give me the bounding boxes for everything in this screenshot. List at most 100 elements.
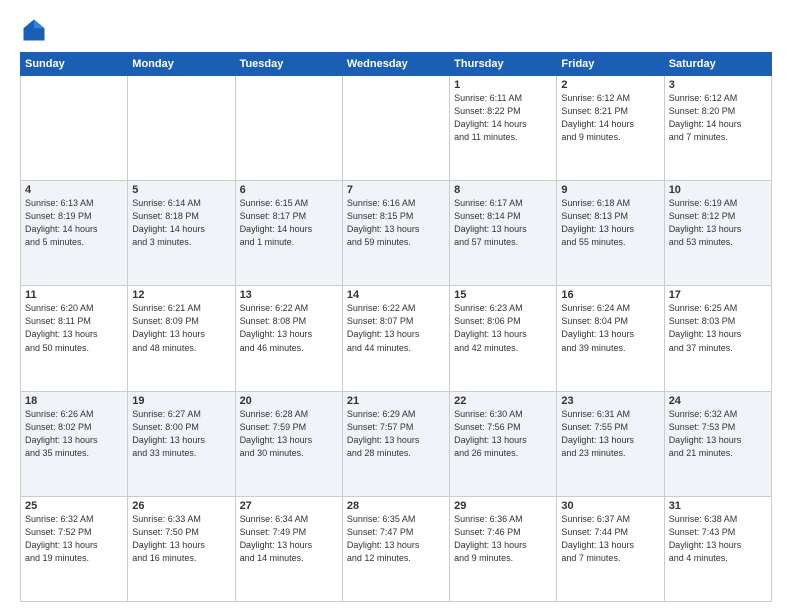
calendar-cell: 2Sunrise: 6:12 AMSunset: 8:21 PMDaylight… xyxy=(557,76,664,181)
day-info: Sunrise: 6:14 AMSunset: 8:18 PMDaylight:… xyxy=(132,197,230,249)
day-info: Sunrise: 6:32 AMSunset: 7:52 PMDaylight:… xyxy=(25,513,123,565)
day-number: 30 xyxy=(561,500,659,512)
weekday-header-saturday: Saturday xyxy=(664,53,771,76)
weekday-header-friday: Friday xyxy=(557,53,664,76)
calendar-cell: 13Sunrise: 6:22 AMSunset: 8:08 PMDayligh… xyxy=(235,286,342,391)
day-number: 27 xyxy=(240,500,338,512)
calendar-cell: 21Sunrise: 6:29 AMSunset: 7:57 PMDayligh… xyxy=(342,391,449,496)
day-info: Sunrise: 6:25 AMSunset: 8:03 PMDaylight:… xyxy=(669,302,767,354)
day-number: 18 xyxy=(25,395,123,407)
day-info: Sunrise: 6:30 AMSunset: 7:56 PMDaylight:… xyxy=(454,408,552,460)
day-info: Sunrise: 6:13 AMSunset: 8:19 PMDaylight:… xyxy=(25,197,123,249)
day-number: 26 xyxy=(132,500,230,512)
day-number: 17 xyxy=(669,289,767,301)
day-number: 2 xyxy=(561,79,659,91)
calendar-header-row: SundayMondayTuesdayWednesdayThursdayFrid… xyxy=(21,53,772,76)
calendar-week-4: 18Sunrise: 6:26 AMSunset: 8:02 PMDayligh… xyxy=(21,391,772,496)
day-info: Sunrise: 6:28 AMSunset: 7:59 PMDaylight:… xyxy=(240,408,338,460)
calendar-cell: 7Sunrise: 6:16 AMSunset: 8:15 PMDaylight… xyxy=(342,181,449,286)
day-number: 1 xyxy=(454,79,552,91)
calendar-cell: 25Sunrise: 6:32 AMSunset: 7:52 PMDayligh… xyxy=(21,496,128,601)
calendar-cell xyxy=(235,76,342,181)
calendar-cell xyxy=(128,76,235,181)
calendar-cell xyxy=(342,76,449,181)
calendar-week-1: 1Sunrise: 6:11 AMSunset: 8:22 PMDaylight… xyxy=(21,76,772,181)
calendar-cell: 17Sunrise: 6:25 AMSunset: 8:03 PMDayligh… xyxy=(664,286,771,391)
header xyxy=(20,16,772,44)
page: SundayMondayTuesdayWednesdayThursdayFrid… xyxy=(0,0,792,612)
day-number: 23 xyxy=(561,395,659,407)
day-number: 22 xyxy=(454,395,552,407)
calendar-cell: 15Sunrise: 6:23 AMSunset: 8:06 PMDayligh… xyxy=(450,286,557,391)
day-number: 25 xyxy=(25,500,123,512)
logo xyxy=(20,16,52,44)
day-info: Sunrise: 6:34 AMSunset: 7:49 PMDaylight:… xyxy=(240,513,338,565)
calendar-cell: 10Sunrise: 6:19 AMSunset: 8:12 PMDayligh… xyxy=(664,181,771,286)
day-number: 24 xyxy=(669,395,767,407)
day-number: 29 xyxy=(454,500,552,512)
day-info: Sunrise: 6:22 AMSunset: 8:07 PMDaylight:… xyxy=(347,302,445,354)
day-number: 28 xyxy=(347,500,445,512)
calendar-cell: 11Sunrise: 6:20 AMSunset: 8:11 PMDayligh… xyxy=(21,286,128,391)
day-info: Sunrise: 6:12 AMSunset: 8:20 PMDaylight:… xyxy=(669,92,767,144)
calendar-cell: 3Sunrise: 6:12 AMSunset: 8:20 PMDaylight… xyxy=(664,76,771,181)
calendar-cell: 9Sunrise: 6:18 AMSunset: 8:13 PMDaylight… xyxy=(557,181,664,286)
day-info: Sunrise: 6:11 AMSunset: 8:22 PMDaylight:… xyxy=(454,92,552,144)
calendar-week-3: 11Sunrise: 6:20 AMSunset: 8:11 PMDayligh… xyxy=(21,286,772,391)
day-number: 7 xyxy=(347,184,445,196)
day-info: Sunrise: 6:37 AMSunset: 7:44 PMDaylight:… xyxy=(561,513,659,565)
calendar-cell: 8Sunrise: 6:17 AMSunset: 8:14 PMDaylight… xyxy=(450,181,557,286)
day-info: Sunrise: 6:33 AMSunset: 7:50 PMDaylight:… xyxy=(132,513,230,565)
day-info: Sunrise: 6:24 AMSunset: 8:04 PMDaylight:… xyxy=(561,302,659,354)
day-number: 16 xyxy=(561,289,659,301)
calendar-cell: 18Sunrise: 6:26 AMSunset: 8:02 PMDayligh… xyxy=(21,391,128,496)
calendar-cell: 31Sunrise: 6:38 AMSunset: 7:43 PMDayligh… xyxy=(664,496,771,601)
day-info: Sunrise: 6:31 AMSunset: 7:55 PMDaylight:… xyxy=(561,408,659,460)
calendar-cell: 1Sunrise: 6:11 AMSunset: 8:22 PMDaylight… xyxy=(450,76,557,181)
calendar-cell: 19Sunrise: 6:27 AMSunset: 8:00 PMDayligh… xyxy=(128,391,235,496)
day-info: Sunrise: 6:26 AMSunset: 8:02 PMDaylight:… xyxy=(25,408,123,460)
calendar-table: SundayMondayTuesdayWednesdayThursdayFrid… xyxy=(20,52,772,602)
logo-icon xyxy=(20,16,48,44)
day-number: 15 xyxy=(454,289,552,301)
day-info: Sunrise: 6:32 AMSunset: 7:53 PMDaylight:… xyxy=(669,408,767,460)
day-number: 31 xyxy=(669,500,767,512)
calendar-cell: 20Sunrise: 6:28 AMSunset: 7:59 PMDayligh… xyxy=(235,391,342,496)
calendar-week-5: 25Sunrise: 6:32 AMSunset: 7:52 PMDayligh… xyxy=(21,496,772,601)
day-info: Sunrise: 6:36 AMSunset: 7:46 PMDaylight:… xyxy=(454,513,552,565)
day-info: Sunrise: 6:15 AMSunset: 8:17 PMDaylight:… xyxy=(240,197,338,249)
day-info: Sunrise: 6:38 AMSunset: 7:43 PMDaylight:… xyxy=(669,513,767,565)
day-info: Sunrise: 6:12 AMSunset: 8:21 PMDaylight:… xyxy=(561,92,659,144)
calendar-week-2: 4Sunrise: 6:13 AMSunset: 8:19 PMDaylight… xyxy=(21,181,772,286)
day-info: Sunrise: 6:19 AMSunset: 8:12 PMDaylight:… xyxy=(669,197,767,249)
day-number: 10 xyxy=(669,184,767,196)
day-number: 21 xyxy=(347,395,445,407)
calendar-cell: 24Sunrise: 6:32 AMSunset: 7:53 PMDayligh… xyxy=(664,391,771,496)
day-number: 3 xyxy=(669,79,767,91)
calendar-body: 1Sunrise: 6:11 AMSunset: 8:22 PMDaylight… xyxy=(21,76,772,602)
day-number: 12 xyxy=(132,289,230,301)
day-info: Sunrise: 6:18 AMSunset: 8:13 PMDaylight:… xyxy=(561,197,659,249)
calendar-cell: 28Sunrise: 6:35 AMSunset: 7:47 PMDayligh… xyxy=(342,496,449,601)
calendar-cell: 30Sunrise: 6:37 AMSunset: 7:44 PMDayligh… xyxy=(557,496,664,601)
weekday-header-thursday: Thursday xyxy=(450,53,557,76)
day-number: 4 xyxy=(25,184,123,196)
day-number: 13 xyxy=(240,289,338,301)
calendar-cell: 5Sunrise: 6:14 AMSunset: 8:18 PMDaylight… xyxy=(128,181,235,286)
calendar-cell: 16Sunrise: 6:24 AMSunset: 8:04 PMDayligh… xyxy=(557,286,664,391)
day-info: Sunrise: 6:20 AMSunset: 8:11 PMDaylight:… xyxy=(25,302,123,354)
day-info: Sunrise: 6:17 AMSunset: 8:14 PMDaylight:… xyxy=(454,197,552,249)
weekday-header-monday: Monday xyxy=(128,53,235,76)
calendar-cell xyxy=(21,76,128,181)
weekday-header-wednesday: Wednesday xyxy=(342,53,449,76)
day-number: 20 xyxy=(240,395,338,407)
calendar-cell: 14Sunrise: 6:22 AMSunset: 8:07 PMDayligh… xyxy=(342,286,449,391)
day-number: 14 xyxy=(347,289,445,301)
day-number: 9 xyxy=(561,184,659,196)
day-info: Sunrise: 6:22 AMSunset: 8:08 PMDaylight:… xyxy=(240,302,338,354)
calendar-cell: 12Sunrise: 6:21 AMSunset: 8:09 PMDayligh… xyxy=(128,286,235,391)
day-info: Sunrise: 6:29 AMSunset: 7:57 PMDaylight:… xyxy=(347,408,445,460)
calendar-cell: 29Sunrise: 6:36 AMSunset: 7:46 PMDayligh… xyxy=(450,496,557,601)
calendar-cell: 6Sunrise: 6:15 AMSunset: 8:17 PMDaylight… xyxy=(235,181,342,286)
calendar-cell: 26Sunrise: 6:33 AMSunset: 7:50 PMDayligh… xyxy=(128,496,235,601)
